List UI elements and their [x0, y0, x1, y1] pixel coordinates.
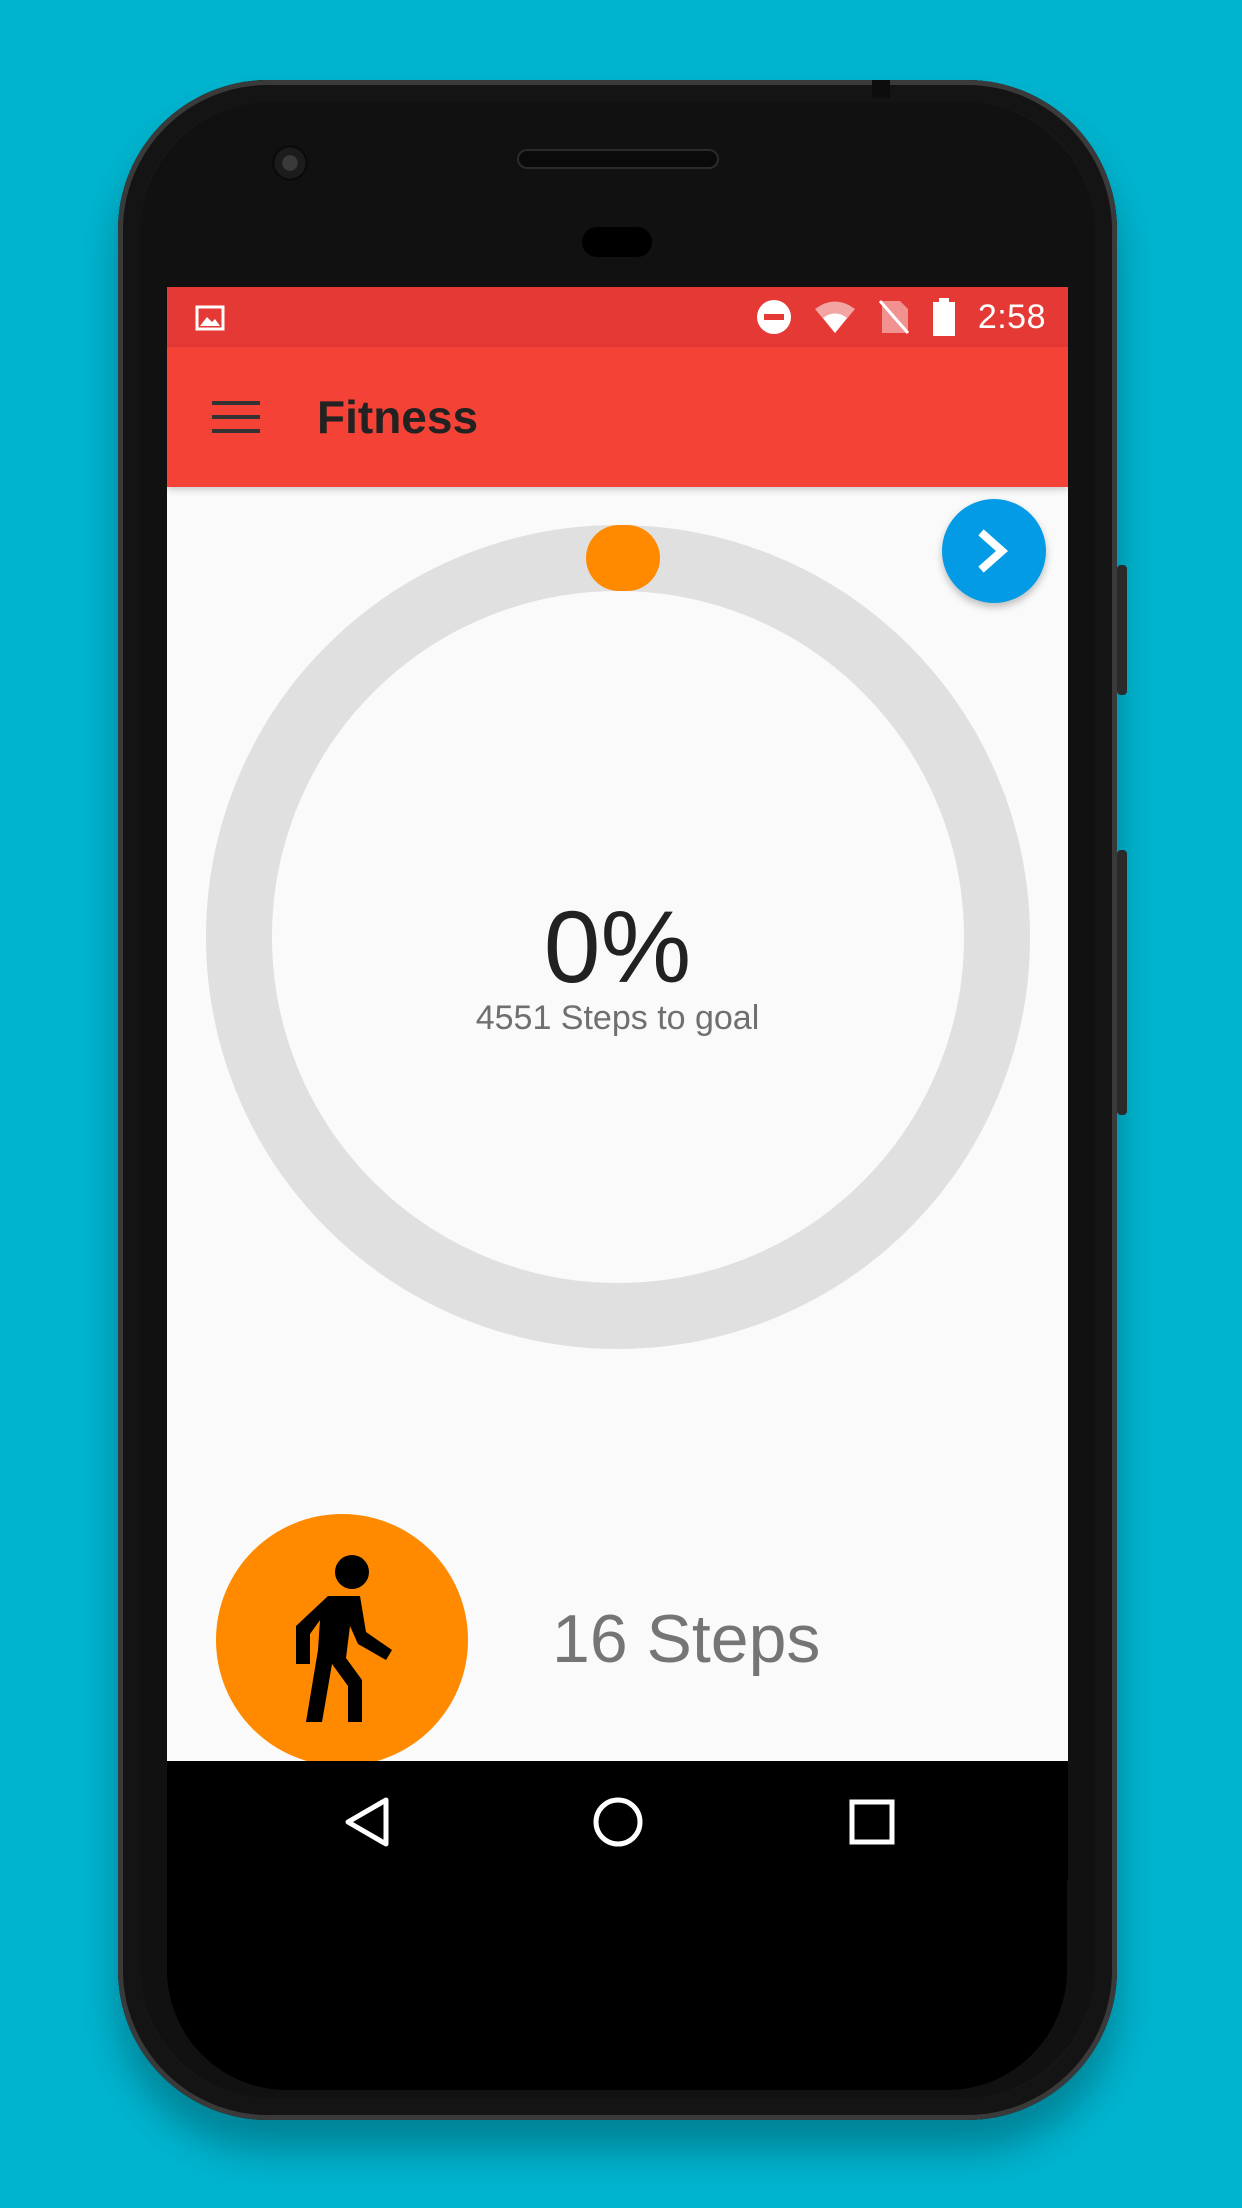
back-icon[interactable]	[342, 1796, 392, 1848]
next-fab-button[interactable]	[942, 499, 1046, 603]
hamburger-menu-icon[interactable]	[212, 397, 260, 437]
steps-count: 16 Steps	[552, 1601, 821, 1677]
status-icons: 2:58	[756, 287, 1046, 347]
do-not-disturb-icon	[756, 300, 791, 334]
screen: 2:58 Fitness 0% 4551 Steps to goal 16 St…	[167, 287, 1068, 1880]
steps-to-goal: 4551 Steps to goal	[475, 999, 760, 1037]
recents-icon[interactable]	[847, 1796, 897, 1848]
app-toolbar: Fitness	[167, 347, 1068, 487]
status-bar: 2:58	[167, 287, 1068, 347]
walking-person-icon	[296, 1555, 392, 1722]
front-camera	[272, 145, 308, 181]
app-title: Fitness	[317, 391, 479, 443]
status-time: 2:58	[977, 297, 1046, 336]
chevron-right-icon	[978, 529, 1009, 573]
walking-button[interactable]	[216, 1514, 468, 1766]
bottom-bezel	[167, 1880, 1067, 2090]
progress-percent: 0%	[543, 890, 692, 1004]
no-sim-icon	[878, 300, 909, 334]
proximity-sensor	[582, 227, 652, 257]
power-button	[1117, 565, 1127, 695]
phone-antenna-line	[872, 80, 890, 98]
earpiece-speaker	[517, 149, 719, 169]
image-notification-icon	[195, 305, 225, 331]
battery-icon	[932, 298, 955, 336]
navigation-bar	[167, 1761, 1068, 1880]
progress-ring-indicator	[586, 525, 660, 591]
wifi-icon	[814, 301, 855, 333]
volume-button	[1117, 850, 1127, 1115]
home-icon[interactable]	[592, 1796, 644, 1848]
